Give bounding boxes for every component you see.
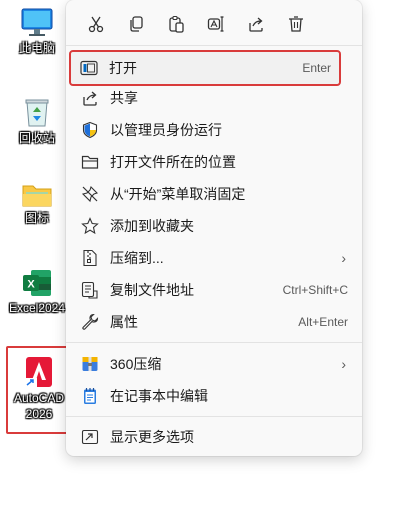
desktop-item-label: 图标: [24, 211, 49, 225]
desktop-item-label-line2: 2026: [25, 407, 53, 421]
menu-item-label: 显示更多选项: [110, 429, 194, 445]
desktop-item-excel[interactable]: X Excel2024: [2, 268, 72, 316]
show-more-icon: [80, 427, 100, 447]
desktop-item-label: 回收站: [18, 131, 55, 145]
menu-item-label: 在记事本中编辑: [110, 388, 208, 404]
share-icon: [80, 88, 100, 108]
recycle-bin-icon: [25, 99, 49, 127]
folder-icon: [22, 185, 52, 207]
menu-item-label: 以管理员身份运行: [110, 122, 222, 138]
menu-item-show-more-options[interactable]: 显示更多选项: [72, 421, 356, 453]
share-button[interactable]: [240, 8, 272, 40]
delete-button[interactable]: [280, 8, 312, 40]
menu-item-shortcut: Alt+Enter: [298, 315, 348, 329]
menu-separator: [66, 342, 362, 343]
copy-path-icon: [80, 280, 100, 300]
unpin-icon: [80, 184, 100, 204]
menu-item-label: 从“开始”菜单取消固定: [110, 186, 246, 202]
cut-button[interactable]: [80, 8, 112, 40]
rename-button[interactable]: [200, 8, 232, 40]
menu-item-properties[interactable]: 属性 Alt+Enter: [72, 306, 356, 338]
menu-item-360-compress[interactable]: 360压缩 ›: [72, 348, 356, 380]
menu-item-share[interactable]: 共享: [72, 82, 356, 114]
monitor-icon: [21, 8, 53, 36]
menu-item-unpin-from-start[interactable]: 从“开始”菜单取消固定: [72, 178, 356, 210]
delete-icon: [289, 16, 303, 32]
menu-separator: [66, 45, 362, 46]
desktop-item-autocad[interactable]: AutoCAD 2026: [6, 346, 72, 434]
menu-item-run-as-admin[interactable]: 以管理员身份运行: [72, 114, 356, 146]
menu-item-copy-path[interactable]: 复制文件地址 Ctrl+Shift+C: [72, 274, 356, 306]
menu-item-shortcut: Ctrl+Shift+C: [282, 283, 348, 297]
rename-icon: [207, 16, 224, 32]
wrench-icon: [80, 312, 100, 332]
star-icon: [80, 216, 100, 236]
zip-file-icon: [80, 248, 100, 268]
autocad-icon: [25, 357, 52, 387]
menu-item-add-to-favorites[interactable]: 添加到收藏夹: [72, 210, 356, 242]
desktop-item-this-pc[interactable]: 此电脑: [2, 8, 72, 56]
copy-button[interactable]: [120, 8, 152, 40]
cut-icon: [88, 16, 104, 33]
desktop-item-label: 此电脑: [18, 41, 55, 55]
excel-icon: X: [23, 270, 51, 296]
menu-item-compress-to[interactable]: 压缩到... ›: [72, 242, 356, 274]
shield-icon: [80, 120, 100, 140]
desktop-item-recycle-bin[interactable]: 回收站: [2, 96, 72, 146]
context-menu-toolbar: [74, 8, 354, 40]
menu-item-open-file-location[interactable]: 打开文件所在的位置: [72, 146, 356, 178]
open-icon: [79, 58, 99, 78]
menu-item-shortcut: Enter: [302, 61, 331, 75]
context-menu: 打开 Enter 共享 以管理员身份运行 打开文件所在的位置 从“开始”菜单取消…: [66, 0, 362, 456]
menu-item-label: 添加到收藏夹: [110, 218, 194, 234]
menu-item-label: 打开文件所在的位置: [110, 154, 236, 170]
share-icon: [249, 17, 263, 32]
notepad-icon: [80, 386, 100, 406]
folder-icon: [80, 152, 100, 172]
paste-button[interactable]: [160, 8, 192, 40]
menu-separator: [66, 416, 362, 417]
chevron-right-icon: ›: [341, 356, 346, 372]
chevron-right-icon: ›: [341, 250, 346, 266]
menu-item-label: 打开: [109, 60, 137, 76]
desktop-item-label: Excel2024: [8, 301, 66, 315]
desktop-item-label: AutoCAD: [13, 391, 65, 405]
menu-item-label: 属性: [110, 314, 138, 330]
menu-item-label: 压缩到...: [110, 250, 164, 266]
copy-icon: [130, 16, 143, 32]
menu-item-label: 复制文件地址: [110, 282, 194, 298]
svg-text:X: X: [27, 279, 35, 291]
menu-item-label: 360压缩: [110, 356, 162, 372]
menu-item-open[interactable]: 打开 Enter: [69, 50, 341, 86]
paste-icon: [169, 15, 184, 33]
menu-item-label: 共享: [110, 90, 138, 106]
desktop-item-folder[interactable]: 图标: [2, 182, 72, 226]
archive-icon: [80, 354, 100, 374]
menu-item-edit-in-notepad[interactable]: 在记事本中编辑: [72, 380, 356, 412]
